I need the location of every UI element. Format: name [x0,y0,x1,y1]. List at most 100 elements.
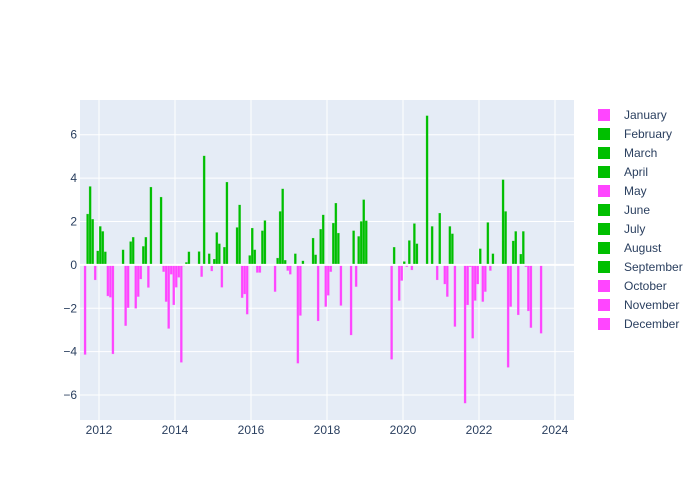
bar[interactable] [86,213,89,266]
bar[interactable] [365,220,368,266]
bar[interactable] [471,264,474,339]
bar[interactable] [519,254,523,266]
bar[interactable] [339,264,343,306]
bar[interactable] [207,253,211,266]
legend-item-july[interactable]: July [598,222,645,236]
bar[interactable] [466,264,469,306]
bar[interactable] [96,250,100,266]
bar[interactable] [149,186,153,266]
bar[interactable] [175,264,178,288]
bar[interactable] [278,211,282,266]
bar[interactable] [111,264,115,355]
bar[interactable] [327,264,330,296]
bar[interactable] [438,212,442,266]
bar[interactable] [273,264,277,292]
bar[interactable] [144,237,148,266]
bar[interactable] [124,264,127,326]
bar[interactable] [362,199,366,266]
bar[interactable] [392,247,396,266]
bar[interactable] [408,240,411,266]
bar[interactable] [316,264,320,322]
bar[interactable] [425,115,429,266]
bar[interactable] [501,179,505,266]
bar[interactable] [235,227,239,266]
bar[interactable] [491,253,495,266]
bar[interactable] [511,240,515,266]
bar[interactable] [281,188,284,266]
bar[interactable] [289,264,292,275]
bar[interactable] [504,211,507,266]
bar[interactable] [243,264,246,295]
bar[interactable] [245,264,249,315]
bar[interactable] [311,237,315,266]
legend-item-june[interactable]: June [598,203,650,217]
bar[interactable] [162,264,165,272]
legend-item-may[interactable]: May [598,184,647,198]
bar[interactable] [197,251,201,266]
bar[interactable] [463,264,467,404]
bar[interactable] [134,264,137,309]
legend-item-december[interactable]: December [598,317,679,331]
bar[interactable] [296,264,300,364]
bar[interactable] [131,237,135,266]
legend-item-march[interactable]: March [598,146,657,160]
bar[interactable] [435,264,439,281]
bar[interactable] [451,233,454,266]
bar[interactable] [258,264,262,273]
bar[interactable] [104,251,107,266]
bar[interactable] [88,186,92,266]
bar[interactable] [506,264,510,368]
bar[interactable] [256,264,259,273]
bar[interactable] [359,221,363,266]
legend-item-january[interactable]: January [598,108,667,122]
bar[interactable] [106,264,110,297]
bar[interactable] [337,232,340,266]
bar[interactable] [486,222,490,266]
bar[interactable] [397,264,401,301]
bar[interactable] [479,248,482,266]
bar[interactable] [238,204,241,266]
bar[interactable] [180,264,183,363]
bar[interactable] [225,181,229,266]
bar[interactable] [129,241,132,266]
bar[interactable] [413,223,416,266]
bar[interactable] [126,264,130,308]
bar[interactable] [261,230,264,266]
legend-item-august[interactable]: August [598,241,662,255]
bar[interactable] [473,264,477,301]
bar[interactable] [253,249,257,266]
bar[interactable] [453,264,457,327]
bar[interactable] [324,264,328,307]
bar[interactable] [93,264,97,281]
bar[interactable] [172,264,175,306]
bar[interactable] [263,220,267,266]
bar[interactable] [514,231,518,266]
bar[interactable] [139,264,143,280]
bar[interactable] [91,219,94,266]
bar[interactable] [332,222,335,266]
bar[interactable] [390,264,393,360]
bar[interactable] [240,264,244,298]
bar[interactable] [357,236,360,266]
bar[interactable] [220,264,224,288]
bar[interactable] [527,264,530,312]
bar[interactable] [83,264,87,355]
bar[interactable] [248,255,251,266]
bar[interactable] [349,264,353,336]
bar[interactable] [142,246,145,266]
bar[interactable] [137,264,140,297]
bar[interactable] [299,264,302,316]
bar[interactable] [159,196,163,266]
bar[interactable] [329,264,333,272]
legend-item-february[interactable]: February [598,127,672,141]
bar[interactable] [314,254,317,266]
bar[interactable] [202,155,206,266]
bar[interactable] [121,249,125,266]
bar[interactable] [443,264,447,285]
bar[interactable] [529,264,533,328]
bar[interactable] [509,264,512,307]
bar[interactable] [415,243,419,266]
bar[interactable] [167,264,170,329]
bar[interactable] [522,231,525,266]
legend-item-october[interactable]: October [598,279,667,293]
